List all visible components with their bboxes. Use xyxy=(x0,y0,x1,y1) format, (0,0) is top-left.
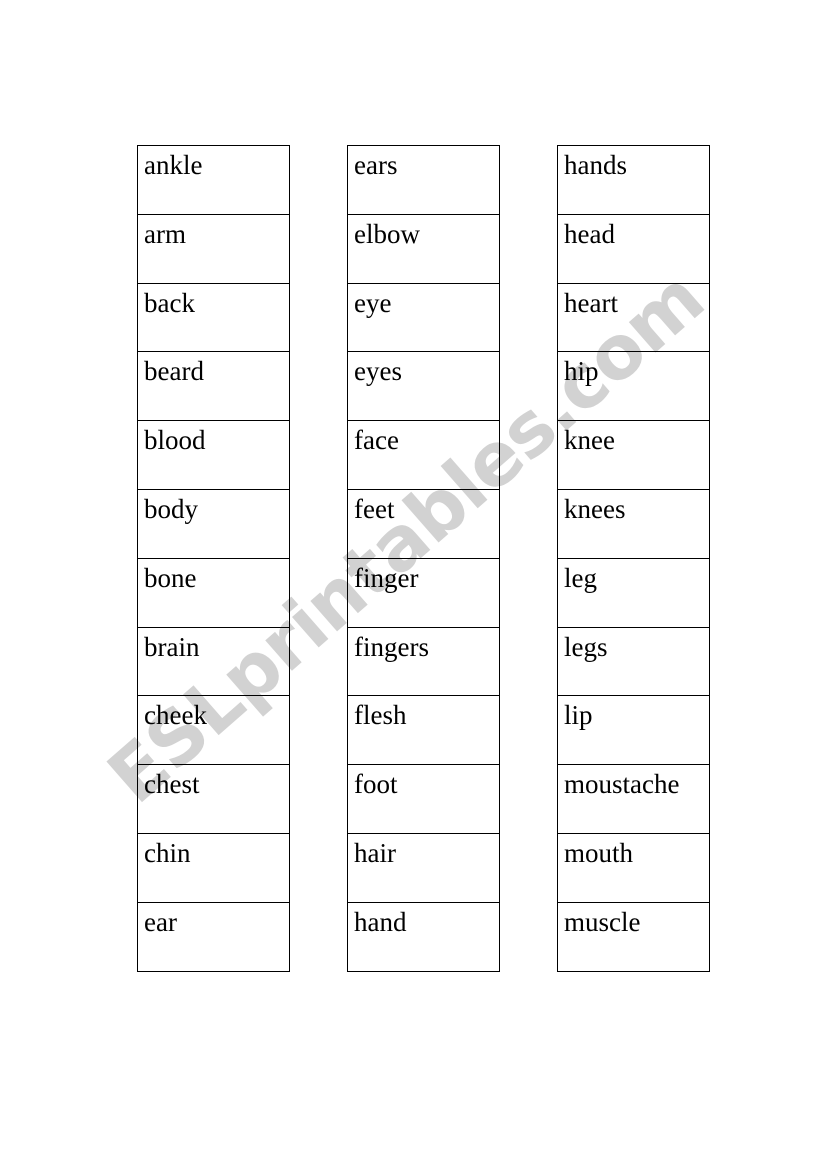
word-label: eye xyxy=(354,287,392,318)
word-cell[interactable]: moustache xyxy=(558,765,709,834)
word-cell[interactable]: beard xyxy=(138,352,289,422)
word-label: flesh xyxy=(354,700,407,731)
word-column-3: hands head heart hip knee knees leg legs… xyxy=(557,145,710,972)
word-cell[interactable]: ankle xyxy=(138,146,289,215)
word-label: mouth xyxy=(564,837,634,868)
word-cell[interactable]: face xyxy=(348,421,499,490)
word-cell[interactable]: finger xyxy=(348,559,499,628)
word-label: moustache xyxy=(564,769,680,800)
word-label: lip xyxy=(564,700,593,731)
word-label: leg xyxy=(564,562,597,593)
word-cell[interactable]: chin xyxy=(138,834,289,903)
word-cell[interactable]: cheek xyxy=(138,696,289,766)
word-label: head xyxy=(564,218,615,249)
word-cell[interactable]: leg xyxy=(558,559,709,628)
word-cell[interactable]: hip xyxy=(558,352,709,422)
word-label: face xyxy=(354,425,399,456)
word-cell[interactable]: knee xyxy=(558,421,709,490)
word-cell[interactable]: arm xyxy=(138,215,289,284)
word-label: elbow xyxy=(354,218,420,249)
word-label: body xyxy=(144,493,198,524)
word-cell[interactable]: ears xyxy=(348,146,499,215)
word-label: muscle xyxy=(564,906,641,937)
word-cell[interactable]: bone xyxy=(138,559,289,628)
word-cell[interactable]: mouth xyxy=(558,834,709,903)
word-cell[interactable]: hair xyxy=(348,834,499,903)
word-cell[interactable]: brain xyxy=(138,628,289,697)
word-label: heart xyxy=(564,287,618,318)
worksheet-page: ESLprintables.com ankle arm back beard b… xyxy=(0,0,821,1169)
word-columns-container: ankle arm back beard blood body bone bra… xyxy=(137,145,710,972)
word-cell[interactable]: eye xyxy=(348,284,499,353)
word-label: knee xyxy=(564,425,615,456)
word-label: eyes xyxy=(354,356,402,387)
word-cell[interactable]: blood xyxy=(138,421,289,490)
word-cell[interactable]: ear xyxy=(138,903,289,972)
word-cell[interactable]: feet xyxy=(348,490,499,559)
word-label: hair xyxy=(354,837,396,868)
word-cell[interactable]: foot xyxy=(348,765,499,834)
word-label: cheek xyxy=(144,700,207,731)
word-label: hip xyxy=(564,356,599,387)
word-label: ear xyxy=(144,906,177,937)
word-label: blood xyxy=(144,425,206,456)
word-label: feet xyxy=(354,493,395,524)
word-cell[interactable]: hand xyxy=(348,903,499,972)
word-label: arm xyxy=(144,218,186,249)
word-cell[interactable]: flesh xyxy=(348,696,499,766)
word-label: chin xyxy=(144,837,191,868)
word-cell[interactable]: body xyxy=(138,490,289,559)
word-label: knees xyxy=(564,493,626,524)
word-label: ankle xyxy=(144,150,203,180)
word-cell[interactable]: knees xyxy=(558,490,709,559)
word-cell[interactable]: heart xyxy=(558,284,709,353)
word-label: hand xyxy=(354,906,407,937)
word-label: brain xyxy=(144,631,200,662)
word-column-2: ears elbow eye eyes face feet finger fin… xyxy=(347,145,500,972)
word-label: back xyxy=(144,287,195,318)
word-label: chest xyxy=(144,769,200,800)
word-label: hands xyxy=(564,150,627,180)
word-cell[interactable]: chest xyxy=(138,765,289,834)
word-label: finger xyxy=(354,562,419,593)
word-cell[interactable]: fingers xyxy=(348,628,499,697)
word-label: bone xyxy=(144,562,197,593)
word-cell[interactable]: back xyxy=(138,284,289,353)
word-label: fingers xyxy=(354,631,429,662)
word-cell[interactable]: head xyxy=(558,215,709,284)
word-label: beard xyxy=(144,356,204,387)
word-label: ears xyxy=(354,150,398,180)
word-cell[interactable]: eyes xyxy=(348,352,499,422)
word-cell[interactable]: muscle xyxy=(558,903,709,972)
word-cell[interactable]: lip xyxy=(558,696,709,766)
word-cell[interactable]: legs xyxy=(558,628,709,697)
word-cell[interactable]: elbow xyxy=(348,215,499,284)
word-column-1: ankle arm back beard blood body bone bra… xyxy=(137,145,290,972)
word-cell[interactable]: hands xyxy=(558,146,709,215)
word-label: legs xyxy=(564,631,608,662)
word-label: foot xyxy=(354,769,398,800)
